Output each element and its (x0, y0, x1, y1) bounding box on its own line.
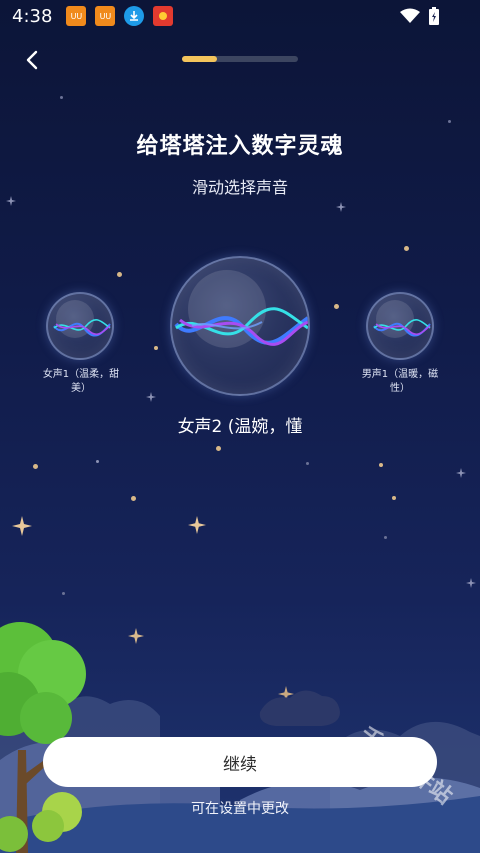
voice-label: 女声1（温柔，甜 美） (42, 369, 120, 394)
star-dot (33, 464, 38, 469)
voice-orb-selected (170, 256, 310, 396)
sound-wave-icon (174, 307, 308, 346)
sparkle-star-icon (456, 468, 466, 478)
star-dot (448, 120, 451, 123)
star-dot (379, 463, 383, 467)
back-button[interactable] (18, 46, 46, 74)
star-dot (131, 496, 136, 501)
status-time: 4:38 (12, 5, 53, 27)
app-badge-icon (153, 6, 174, 26)
page-subtitle: 滑动选择声音 (191, 178, 288, 197)
wifi-icon (400, 8, 420, 23)
uu-booster-icon: UU (95, 6, 116, 26)
star-dot (62, 592, 65, 595)
page-title: 给塔塔注入数字灵魂 (136, 134, 344, 159)
sparkle-star-icon (12, 516, 32, 536)
sound-wave-icon (373, 318, 431, 337)
star-dot (154, 346, 158, 350)
voice-orb (366, 292, 434, 360)
star-dot (216, 446, 221, 451)
voice-orb (46, 292, 114, 360)
battery-icon (429, 7, 439, 25)
voice-label: 男声1（温暖，磁 性） (361, 369, 439, 394)
star-dot (404, 246, 409, 251)
star-dot (117, 272, 122, 277)
download-icon (124, 6, 145, 26)
star-dot (392, 496, 396, 500)
chevron-left-icon (26, 50, 38, 70)
voice-label-selected: 女声2 (温婉，懂 (177, 417, 303, 437)
onboarding-progress (182, 56, 298, 62)
progress-fill (182, 56, 217, 62)
sparkle-star-icon (188, 516, 206, 534)
settings-hint: 可在设置中更改 (191, 801, 289, 817)
star-dot (60, 96, 63, 99)
status-bar: 4:38 UU UU (0, 0, 480, 32)
sparkle-star-icon (336, 202, 346, 212)
star-dot (306, 462, 309, 465)
sound-wave-icon (53, 318, 111, 337)
star-dot (384, 536, 387, 539)
sparkle-star-icon (466, 578, 476, 588)
star-dot (96, 460, 99, 463)
star-dot (334, 304, 339, 309)
sparkle-star-icon (146, 392, 156, 402)
uu-booster-icon: UU (66, 6, 87, 26)
